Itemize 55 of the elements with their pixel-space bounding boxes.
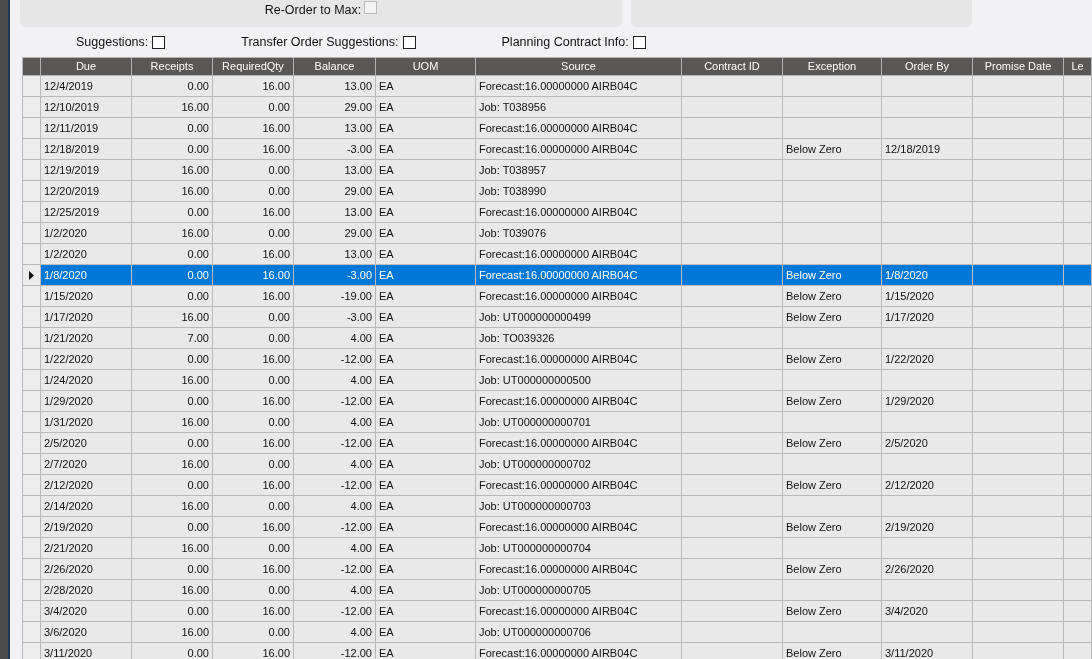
table-cell: Forecast:16.00000000 AIRB04C	[475, 138, 682, 160]
column-header[interactable]: Order By	[881, 57, 973, 76]
table-cell: Job: T038956	[475, 96, 682, 118]
table-cell: Forecast:16.00000000 AIRB04C	[475, 390, 682, 412]
table-cell: Job: UT000000000702	[475, 453, 682, 475]
column-header[interactable]: Source	[475, 57, 682, 76]
checkbox[interactable]	[402, 35, 416, 49]
table-cell: 0.00	[131, 285, 213, 307]
table-cell: Forecast:16.00000000 AIRB04C	[475, 600, 682, 622]
column-header[interactable]: Contract ID	[681, 57, 783, 76]
table-cell: Forecast:16.00000000 AIRB04C	[475, 243, 682, 265]
current-row-icon	[29, 270, 34, 280]
table-cell: Forecast:16.00000000 AIRB04C	[475, 117, 682, 139]
table-cell: Forecast:16.00000000 AIRB04C	[475, 264, 682, 286]
checkbox-label: Planning Contract Info:	[501, 33, 629, 51]
table-cell: Job: UT000000000705	[475, 579, 682, 601]
table-cell: EA	[375, 285, 476, 307]
table-cell: Below Zero	[782, 285, 882, 307]
table-cell: Job: UT000000000704	[475, 537, 682, 559]
table-cell: Job: UT000000000706	[475, 621, 682, 643]
column-header[interactable]: Balance	[293, 57, 376, 76]
column-header[interactable]: Le	[1063, 57, 1092, 76]
column-header[interactable]: Due	[40, 57, 132, 76]
table-cell: Job: UT000000000701	[475, 411, 682, 433]
table-cell: Forecast:16.00000000 AIRB04C	[475, 474, 682, 496]
corner-header	[22, 57, 41, 76]
table-cell: Job: UT000000000500	[475, 369, 682, 391]
table-cell: Job: T038990	[475, 180, 682, 202]
table-cell: 1/15/2020	[40, 285, 132, 307]
column-header[interactable]: RequiredQty	[212, 57, 294, 76]
checkbox-label: Suggestions:	[76, 33, 149, 51]
table-cell: Forecast:16.00000000 AIRB04C	[475, 432, 682, 454]
table-cell: Job: UT000000000499	[475, 306, 682, 328]
table-cell: Forecast:16.00000000 AIRB04C	[475, 285, 682, 307]
table-cell: -19.00	[293, 285, 376, 307]
checkbox-label: Re-Order to Max:	[264, 2, 362, 19]
column-header[interactable]: UOM	[375, 57, 476, 76]
column-header[interactable]: Promise Date	[972, 57, 1064, 76]
table-cell: Job: T039076	[475, 222, 682, 244]
table-cell: Forecast:16.00000000 AIRB04C	[475, 348, 682, 370]
table-cell: Job: T038957	[475, 159, 682, 181]
checkbox-label: Transfer Order Suggestions:	[241, 33, 399, 51]
checkbox[interactable]	[632, 35, 646, 49]
table-cell: 16.00	[212, 285, 294, 307]
checkbox[interactable]	[152, 35, 166, 49]
column-header[interactable]: Exception	[782, 57, 882, 76]
table-cell: Forecast:16.00000000 AIRB04C	[475, 558, 682, 580]
column-header[interactable]: Receipts	[131, 57, 213, 76]
table-cell: 1/15/2020	[881, 285, 973, 307]
table-cell: Forecast:16.00000000 AIRB04C	[475, 516, 682, 538]
table-cell: Forecast:16.00000000 AIRB04C	[475, 75, 682, 97]
table-cell: Forecast:16.00000000 AIRB04C	[475, 201, 682, 223]
table-cell: Job: UT000000000703	[475, 495, 682, 517]
row-header[interactable]	[22, 264, 41, 286]
table-cell: Job: TO039326	[475, 327, 682, 349]
